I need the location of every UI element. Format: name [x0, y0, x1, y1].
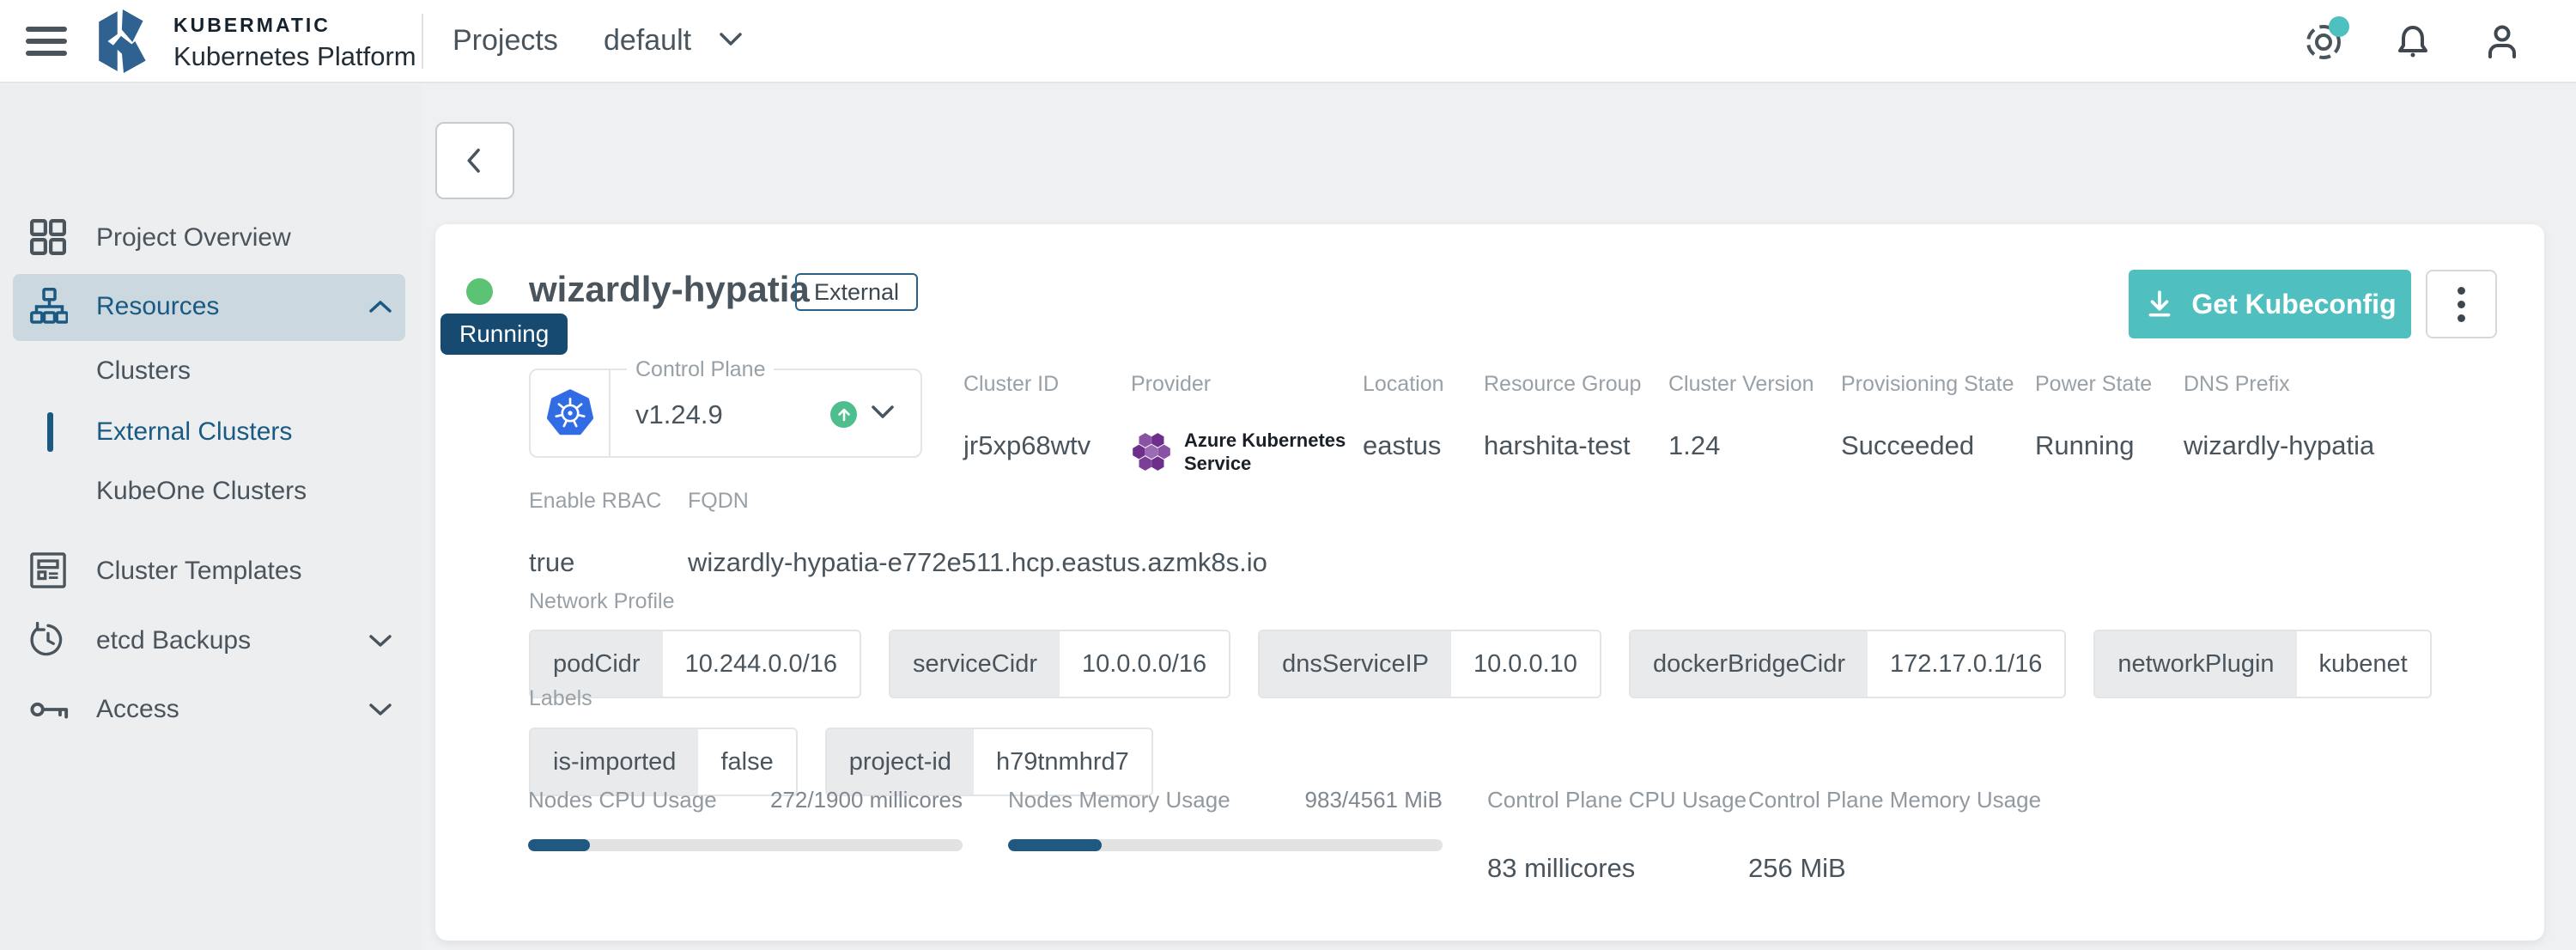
chevron-up-icon — [368, 299, 393, 314]
sitemap-icon — [30, 288, 68, 326]
control-plane-version: v1.24.9 — [635, 399, 723, 430]
control-plane-box: Control Plane v1.24.9 — [529, 368, 922, 458]
labels-label: Labels — [529, 686, 592, 711]
sidebar-item-label: KubeOne Clusters — [96, 477, 307, 506]
sidebar-item-resources[interactable]: Resources — [0, 277, 421, 337]
sidebar-item-label: Cluster Templates — [96, 557, 302, 586]
user-profile-icon[interactable] — [2482, 21, 2523, 63]
control-plane-memory-usage: Control Plane Memory Usage 256 MiB — [1748, 787, 2023, 813]
network-chip: serviceCidr 10.0.0.0/16 — [889, 630, 1230, 698]
field-location: Location eastus — [1363, 372, 1444, 397]
label-chip: is-imported false — [529, 728, 798, 796]
get-kubeconfig-label: Get Kubeconfig — [2191, 289, 2396, 320]
field-provider: Provider Azure Kubernetes Service — [1131, 372, 1211, 397]
sidebar-item-etcd-backups[interactable]: etcd Backups — [0, 611, 421, 671]
sidebar-item-label: Project Overview — [96, 223, 291, 253]
sidebar-item-external-clusters[interactable]: External Clusters — [0, 404, 421, 460]
kubernetes-logo-icon — [531, 370, 611, 456]
chevron-down-icon — [368, 702, 393, 717]
restore-history-icon — [30, 622, 68, 660]
field-resource-group: Resource Group harshita-test — [1484, 372, 1641, 397]
nodes-cpu-progress-bar — [528, 839, 963, 851]
more-actions-button[interactable] — [2426, 270, 2497, 338]
project-selector-value: default — [604, 24, 691, 57]
field-cluster-version: Cluster Version 1.24 — [1668, 372, 1814, 397]
brand-name: KUBERMATIC — [173, 14, 416, 37]
project-selector[interactable]: default — [604, 0, 743, 83]
network-profile-chips: podCidr 10.244.0.0/16 serviceCidr 10.0.0… — [529, 630, 2432, 698]
brand-text: KUBERMATIC Kubernetes Platform — [173, 14, 416, 72]
chevron-down-icon — [719, 32, 743, 47]
notification-dot — [2329, 16, 2349, 37]
status-tooltip: Running — [440, 314, 568, 355]
network-chip: dockerBridgeCidr 172.17.0.1/16 — [1629, 630, 2066, 698]
upgrade-available-icon[interactable] — [830, 401, 857, 428]
field-power-state: Power State Running — [2035, 372, 2152, 397]
network-chip: networkPlugin kubenet — [2093, 630, 2431, 698]
notifications-bell-icon[interactable] — [2392, 21, 2433, 63]
grid-icon — [30, 219, 68, 257]
download-icon — [2143, 288, 2176, 320]
back-button[interactable] — [435, 122, 514, 199]
fqdn-value: wizardly-hypatia-e772e511.hcp.eastus.azm… — [688, 547, 1267, 578]
sidebar-item-label: External Clusters — [96, 417, 292, 447]
chevron-down-icon — [368, 633, 393, 649]
topbar-icons — [2303, 0, 2523, 83]
control-plane-label: Control Plane — [627, 357, 774, 382]
network-profile-label: Network Profile — [529, 589, 675, 614]
brand-subtitle: Kubernetes Platform — [173, 41, 416, 72]
chevron-left-icon — [460, 144, 489, 177]
topbar-divider — [422, 14, 423, 69]
sidebar-item-label: Access — [96, 695, 179, 724]
nodes-memory-progress-bar — [1008, 839, 1443, 851]
provider-name: Azure Kubernetes Service — [1184, 429, 1346, 475]
sidebar-item-cluster-templates[interactable]: Cluster Templates — [0, 541, 421, 601]
menu-icon[interactable] — [26, 27, 67, 56]
app-screen: KUBERMATIC Kubernetes Platform Projects … — [0, 0, 2576, 950]
sidebar-item-label: Resources — [96, 292, 219, 321]
template-document-icon — [30, 552, 68, 590]
cluster-detail-card: wizardly-hypatia External Running Get Ku… — [435, 224, 2544, 941]
kubermatic-logo-icon — [91, 9, 160, 74]
get-kubeconfig-button[interactable]: Get Kubeconfig — [2129, 270, 2411, 338]
enable-rbac-value: true — [529, 547, 574, 578]
cluster-name: wizardly-hypatia — [529, 269, 810, 310]
enable-rbac-label: Enable RBAC — [529, 489, 661, 514]
field-provisioning-state: Provisioning State Succeeded — [1841, 372, 2014, 397]
sidebar-item-label: Clusters — [96, 356, 191, 386]
cluster-type-badge: External — [795, 273, 918, 311]
field-label: Cluster ID — [963, 372, 1059, 397]
aks-logo-icon — [1131, 432, 1172, 472]
fqdn-label: FQDN — [688, 489, 749, 514]
cluster-status-dot — [466, 278, 493, 305]
sidebar-item-clusters[interactable]: Clusters — [0, 343, 421, 399]
topbar: KUBERMATIC Kubernetes Platform Projects … — [0, 0, 2576, 83]
sidebar-item-label: etcd Backups — [96, 626, 251, 655]
field-dns-prefix: DNS Prefix wizardly-hypatia — [2184, 372, 2290, 397]
key-icon — [30, 697, 68, 734]
field-cluster-id: Cluster ID jr5xp68wtv — [963, 372, 1059, 397]
version-dropdown-chevron-icon[interactable] — [871, 405, 895, 420]
labels-chips: is-imported false project-id h79tnmhrd7 — [529, 728, 1153, 796]
nodes-cpu-usage: Nodes CPU Usage 272/1900 millicores — [528, 787, 963, 813]
field-label: Provider — [1131, 372, 1211, 397]
sidebar-item-project-overview[interactable]: Project Overview — [0, 208, 421, 268]
nodes-memory-usage: Nodes Memory Usage 983/4561 MiB — [1008, 787, 1443, 813]
provider-value: Azure Kubernetes Service — [1131, 429, 1346, 475]
sidebar-item-kubeone-clusters[interactable]: KubeOne Clusters — [0, 463, 421, 520]
sidebar-item-access[interactable]: Access — [0, 679, 421, 740]
label-chip: project-id h79tnmhrd7 — [825, 728, 1153, 796]
field-value: jr5xp68wtv — [963, 430, 1091, 461]
control-plane-cpu-usage: Control Plane CPU Usage 83 millicores — [1487, 787, 1728, 813]
network-chip: dnsServiceIP 10.0.0.10 — [1258, 630, 1601, 698]
projects-nav[interactable]: Projects — [453, 0, 558, 83]
announcements-icon[interactable] — [2303, 21, 2344, 63]
sidebar: Project Overview Resources Clusters Ext — [0, 85, 421, 950]
